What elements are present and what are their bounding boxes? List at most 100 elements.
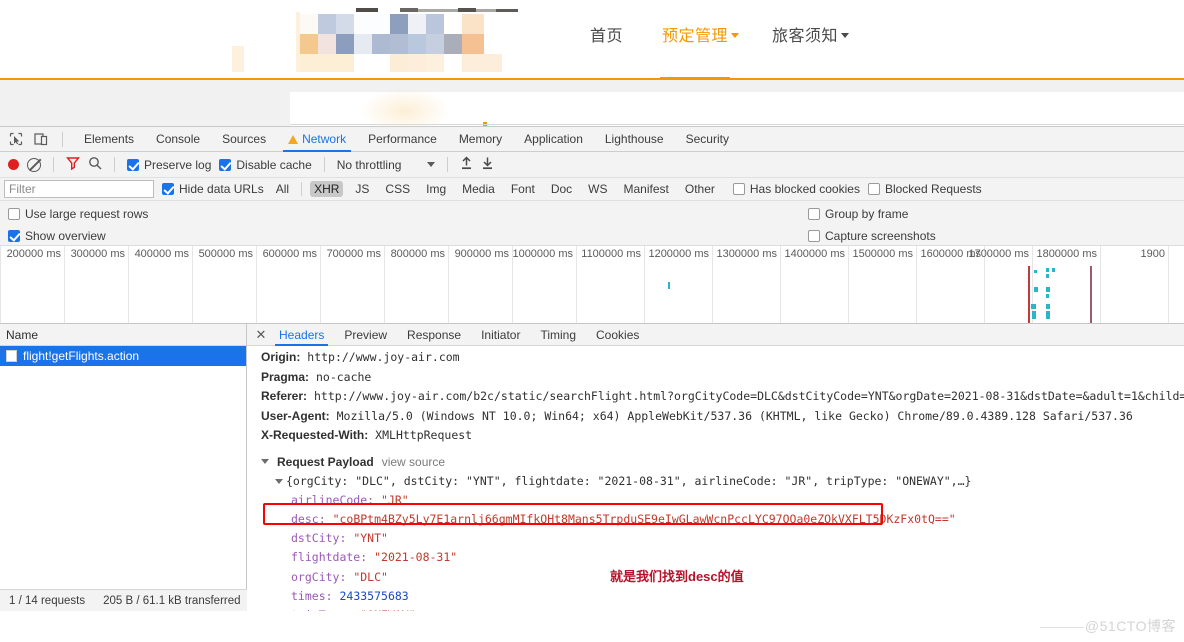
funnel-filter-icon[interactable]	[65, 156, 81, 173]
tab-elements-label: Elements	[84, 131, 135, 146]
chip-ws[interactable]: WS	[584, 181, 611, 197]
request-list-row[interactable]: flight!getFlights.action	[0, 346, 246, 366]
nav-item-passenger-notice[interactable]: 旅客须知	[772, 26, 850, 48]
payload-field-key: tripType:	[291, 608, 353, 611]
throttling-select[interactable]: No throttling	[337, 158, 436, 172]
checkbox-icon[interactable]	[219, 158, 232, 171]
overview-tick-label: 900000 ms	[454, 248, 509, 260]
record-icon[interactable]	[8, 159, 19, 170]
tab-security[interactable]: Security	[675, 127, 740, 152]
payload-field-value: "2021-08-31"	[374, 550, 458, 565]
header-row: Origin: http://www.joy-air.com	[261, 348, 1184, 368]
chip-manifest[interactable]: Manifest	[620, 181, 673, 197]
device-toolbar-icon[interactable]	[33, 131, 49, 147]
tab-sources[interactable]: Sources	[211, 127, 277, 152]
overview-filter-handle-left[interactable]	[1028, 266, 1030, 323]
filter-input[interactable]	[4, 180, 154, 198]
overview-request-bar	[1046, 287, 1050, 292]
toolbar-divider	[323, 157, 325, 172]
tab-performance-label: Performance	[368, 131, 437, 146]
blocked-requests-checkbox[interactable]: Blocked Requests	[867, 182, 982, 196]
hide-data-urls-checkbox[interactable]: Hide data URLs	[162, 182, 264, 196]
page-grey-band	[0, 80, 1184, 92]
tab-memory[interactable]: Memory	[448, 127, 513, 152]
chip-css[interactable]: CSS	[381, 181, 414, 197]
overview-filter-handle-right[interactable]	[1090, 266, 1092, 323]
request-payload-section-header[interactable]: Request Payload view source	[261, 455, 1184, 469]
detail-tab-timing[interactable]: Timing	[530, 324, 586, 346]
show-overview-checkbox[interactable]: Show overview	[8, 229, 106, 243]
tab-performance[interactable]: Performance	[357, 127, 448, 152]
detail-tab-headers[interactable]: Headers	[269, 324, 334, 346]
overview-tick-label: 1800000 ms	[1036, 248, 1097, 260]
use-large-request-rows-checkbox[interactable]: Use large request rows	[8, 207, 148, 221]
chip-all[interactable]: All	[272, 181, 293, 197]
has-blocked-cookies-checkbox[interactable]: Has blocked cookies	[732, 182, 860, 196]
tab-application[interactable]: Application	[513, 127, 594, 152]
checkbox-icon[interactable]	[808, 230, 820, 242]
checkbox-icon[interactable]	[808, 208, 820, 220]
network-toolbar: Preserve log Disable cache No throttling	[0, 152, 1184, 178]
header-value: XMLHttpRequest	[375, 428, 473, 442]
overview-tick-label: 600000 ms	[262, 248, 317, 260]
chip-img[interactable]: Img	[422, 181, 450, 197]
payload-field-value: "DLC"	[353, 569, 388, 584]
overview-tick-label: 1700000 ms	[968, 248, 1029, 260]
devtools-panel: Elements Console Sources Network Perform…	[0, 126, 1184, 642]
view-source-link[interactable]: view source	[382, 455, 445, 469]
tab-lighthouse-label: Lighthouse	[604, 131, 664, 146]
overview-tick-label: 200000 ms	[6, 248, 61, 260]
network-overview-timeline[interactable]: 100000 ms 200000 ms 300000 ms 400000 ms …	[0, 246, 1184, 324]
devtools-tool-icons	[0, 131, 73, 147]
headers-content: Origin: http://www.joy-air.com Pragma: n…	[247, 346, 1184, 611]
checkbox-icon[interactable]	[127, 158, 139, 171]
detail-tab-initiator[interactable]: Initiator	[471, 324, 530, 346]
disable-cache-checkbox[interactable]: Disable cache	[219, 158, 312, 172]
nav-item-home-label: 首页	[590, 28, 624, 45]
chip-other[interactable]: Other	[681, 181, 719, 197]
payload-field-row: times: 2433575683	[261, 587, 1184, 606]
checkbox-icon[interactable]	[8, 208, 20, 220]
status-requests-count: 1 / 14 requests	[9, 594, 86, 607]
chip-xhr[interactable]: XHR	[310, 181, 344, 197]
search-icon[interactable]	[88, 156, 102, 173]
page-decorative-glow	[360, 88, 450, 126]
tab-network[interactable]: Network	[277, 127, 357, 152]
overview-request-bar	[1046, 294, 1049, 298]
import-har-icon[interactable]	[460, 156, 473, 173]
detail-tab-response[interactable]: Response	[397, 324, 471, 346]
checkbox-icon[interactable]	[162, 183, 174, 195]
chip-font[interactable]: Font	[507, 181, 539, 197]
detail-tab-preview[interactable]: Preview	[334, 324, 397, 346]
payload-field-value: 2433575683	[339, 588, 409, 603]
chip-doc[interactable]: Doc	[547, 181, 576, 197]
detail-tab-preview-label: Preview	[344, 327, 388, 342]
request-detail-panel: ✕ Headers Preview Response Initiator Tim…	[247, 324, 1184, 611]
chip-js[interactable]: JS	[351, 181, 373, 197]
header-value: no-cache	[315, 369, 372, 384]
detail-tab-cookies[interactable]: Cookies	[586, 324, 649, 346]
nav-item-booking-management[interactable]: 预定管理	[662, 26, 740, 48]
clear-icon[interactable]	[27, 157, 41, 172]
preserve-log-checkbox[interactable]: Preserve log	[127, 158, 211, 172]
chevron-down-icon	[731, 33, 740, 38]
tab-lighthouse[interactable]: Lighthouse	[594, 127, 675, 152]
nav-item-home[interactable]: 首页	[590, 26, 623, 48]
chip-media[interactable]: Media	[458, 181, 499, 197]
watermark-rule	[1040, 627, 1084, 628]
tab-elements[interactable]: Elements	[73, 127, 145, 152]
payload-summary-row[interactable]: {orgCity: "DLC", dstCity: "YNT", flightd…	[261, 472, 1184, 491]
inspect-element-icon[interactable]	[8, 131, 24, 147]
tab-console[interactable]: Console	[145, 127, 211, 152]
tab-application-label: Application	[524, 131, 583, 146]
checkbox-icon[interactable]	[8, 230, 20, 242]
group-by-frame-checkbox[interactable]: Group by frame	[808, 207, 908, 221]
export-har-icon[interactable]	[481, 156, 494, 173]
checkbox-icon[interactable]	[867, 183, 880, 195]
checkbox-icon[interactable]	[732, 183, 745, 195]
close-icon[interactable]: ✕	[253, 324, 269, 346]
capture-screenshots-checkbox[interactable]: Capture screenshots	[808, 229, 936, 243]
overview-tick-label: 1900	[1140, 248, 1165, 260]
payload-field-row: dstCity: "YNT"	[261, 529, 1184, 548]
payload-field-key-desc: desc:	[291, 511, 326, 526]
